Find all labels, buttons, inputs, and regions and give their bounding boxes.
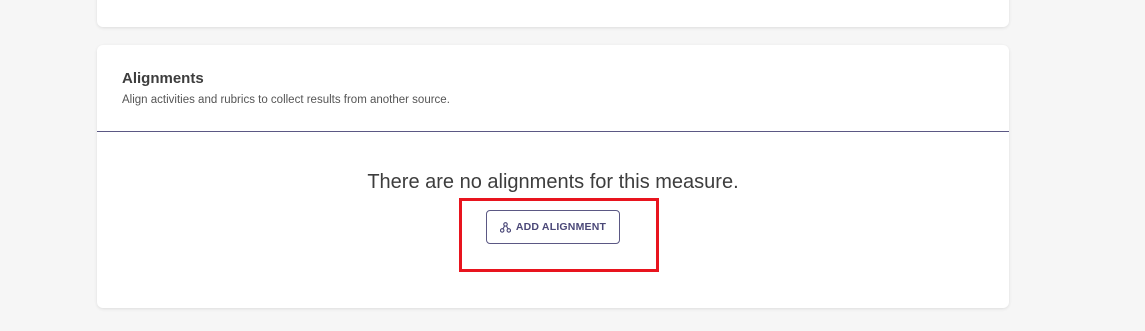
previous-section-card <box>97 0 1009 27</box>
alignments-title: Alignments <box>122 70 204 87</box>
add-alignment-button[interactable]: ADD ALIGNMENT <box>486 210 620 244</box>
alignments-card: Alignments Align activities and rubrics … <box>97 45 1009 308</box>
alignment-nodes-icon <box>499 221 511 233</box>
empty-state-message: There are no alignments for this measure… <box>367 171 739 193</box>
alignments-header: Alignments Align activities and rubrics … <box>97 45 1009 132</box>
add-alignment-label: ADD ALIGNMENT <box>515 221 607 233</box>
alignments-subtitle: Align activities and rubrics to collect … <box>122 94 450 106</box>
